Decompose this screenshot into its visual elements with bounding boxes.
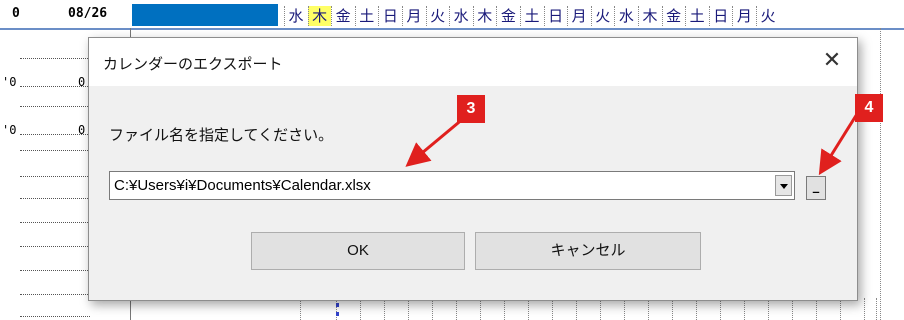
callout-badge-4: 4 [855, 94, 883, 122]
callout-arrow-4 [818, 113, 859, 176]
callout-arrows [405, 113, 859, 176]
callout-badge-3: 3 [457, 95, 485, 123]
callout-arrow-3 [405, 116, 465, 167]
